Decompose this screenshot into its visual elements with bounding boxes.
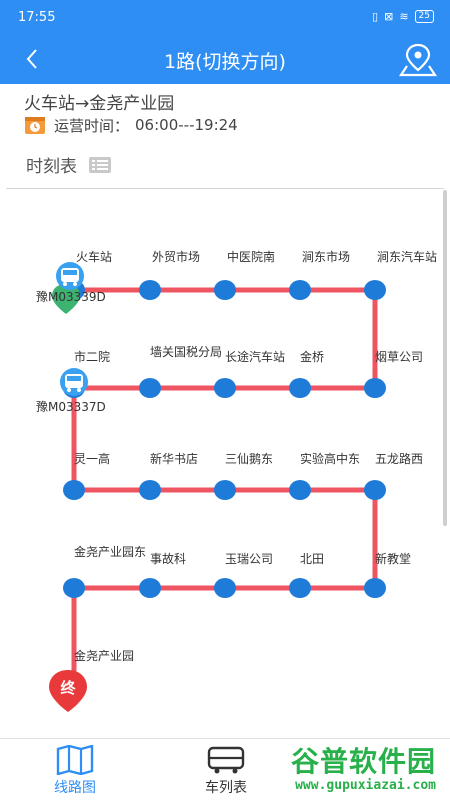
operating-time-label: 运营时间： (54, 116, 130, 135)
operating-time: 运营时间： 06:00---19:24 (24, 114, 238, 136)
stop-label[interactable]: 灵一高 (74, 450, 110, 467)
bus-plate-label: 豫M03339D (36, 290, 106, 304)
stop-dot[interactable] (63, 480, 85, 500)
stop-dot[interactable] (364, 480, 386, 500)
stop-dot[interactable] (364, 578, 386, 598)
route-direction: 火车站→金尧产业园 (24, 94, 175, 114)
stop-dot[interactable] (289, 480, 311, 500)
end-marker-icon: 终 (49, 670, 87, 712)
stop-label[interactable]: 金尧产业园东 (74, 546, 148, 558)
stop-label[interactable]: 新华书店 (150, 450, 198, 467)
title-bar: 1路(切换方向) (0, 36, 450, 84)
stop-label[interactable]: 新教堂 (375, 550, 411, 567)
watermark-logo: 谷普软件园 www.gupuxiazai.com (242, 740, 442, 798)
stop-label[interactable]: 五龙路西 (375, 450, 423, 467)
status-icons: ▯ ⊠ ≋ 25 (372, 10, 434, 23)
stop-label[interactable]: 长途汽车站 (225, 348, 285, 365)
stop-label[interactable]: 三仙鹅东 (225, 450, 273, 467)
wifi-icon: ≋ (399, 10, 409, 23)
stop-dot[interactable] (289, 280, 311, 300)
vibrate-icon: ▯ (372, 10, 379, 23)
stop-label[interactable]: 外贸市场 (152, 248, 200, 265)
divider (6, 188, 444, 189)
stop-label[interactable]: 火车站 (76, 248, 112, 265)
map-location-icon[interactable] (398, 42, 438, 78)
map-book-icon (56, 745, 94, 775)
stop-dot[interactable] (289, 378, 311, 398)
stop-label[interactable]: 中医院南 (227, 248, 275, 265)
page-title[interactable]: 1路(切换方向) (0, 47, 450, 74)
stop-label[interactable]: 事故科 (150, 550, 186, 567)
stop-dot[interactable] (63, 578, 85, 598)
stop-label[interactable]: 玉瑞公司 (225, 550, 273, 567)
stop-label[interactable]: 墙关国税分局 (150, 346, 222, 358)
stop-dot[interactable] (139, 280, 161, 300)
stop-label[interactable]: 市二院 (74, 348, 110, 365)
watermark-title: 谷普软件园 (290, 745, 436, 778)
stop-label[interactable]: 北田 (300, 550, 324, 567)
schedule-label: 时刻表 (26, 157, 77, 177)
stop-dot[interactable] (289, 578, 311, 598)
watermark-url: www.gupuxiazai.com (295, 778, 436, 793)
stop-label[interactable]: 涧东市场 (302, 248, 350, 265)
status-bar: 17:55 ▯ ⊠ ≋ 25 (0, 0, 450, 36)
list-icon (89, 156, 111, 173)
stop-label[interactable]: 金尧产业园 (74, 647, 134, 664)
bus-marker-icon[interactable] (60, 368, 88, 396)
bus-marker-icon[interactable] (56, 262, 84, 290)
stop-dot[interactable] (214, 480, 236, 500)
stop-dot[interactable] (214, 578, 236, 598)
status-time: 17:55 (18, 10, 56, 25)
bus-icon (207, 746, 245, 774)
stop-dot[interactable] (139, 480, 161, 500)
stop-label[interactable]: 涧东汽车站 (377, 248, 437, 265)
route-map: 终 火车站 外贸市场 中医院南 涧东市场 涧东汽车站烟草公司 金桥 长途汽车站 墙关国税分局 市… (0, 190, 450, 738)
stop-dot[interactable] (364, 280, 386, 300)
stop-label[interactable]: 实验高中东 (300, 450, 360, 467)
sim-icon: ⊠ (384, 10, 394, 23)
clock-icon (25, 117, 45, 134)
end-marker-label: 终 (60, 679, 76, 697)
stop-label[interactable]: 金桥 (300, 348, 324, 365)
stop-dot[interactable] (364, 378, 386, 398)
stop-dot[interactable] (139, 578, 161, 598)
stop-label[interactable]: 烟草公司 (375, 348, 423, 365)
bus-plate-label: 豫M03337D (36, 400, 106, 414)
stop-dot[interactable] (214, 280, 236, 300)
stop-dot[interactable] (214, 378, 236, 398)
stop-dot[interactable] (139, 378, 161, 398)
battery-icon: 25 (414, 10, 434, 23)
tab-route-map[interactable]: 线路图 (15, 739, 135, 800)
tab-route-map-label: 线路图 (54, 780, 96, 796)
operating-time-value: 06:00---19:24 (135, 116, 238, 134)
schedule-link[interactable]: 时刻表 (26, 152, 111, 177)
